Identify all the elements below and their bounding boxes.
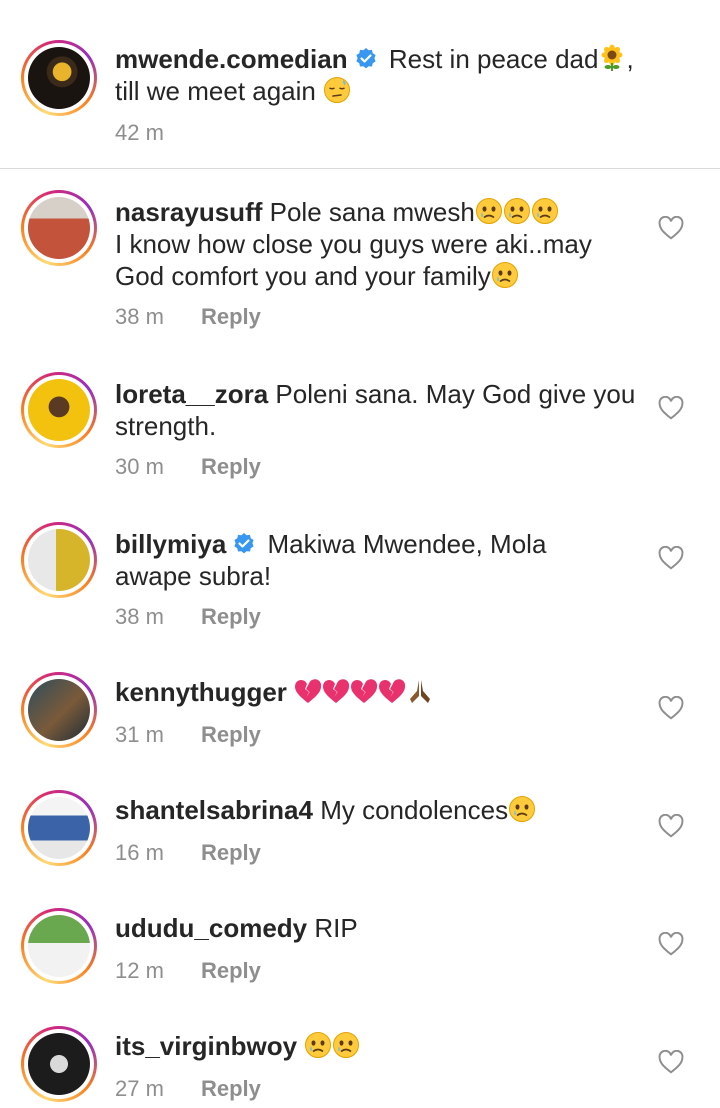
comment-username[interactable]: nasrayusuff xyxy=(115,197,262,227)
folded-hands-icon xyxy=(406,677,434,705)
comment-text: its_virginbwoy xyxy=(115,1030,645,1062)
like-heart-icon[interactable] xyxy=(658,546,684,570)
comment-text: nasrayusuff Pole sana mwesh I know how c… xyxy=(115,196,645,292)
avatar[interactable] xyxy=(28,1033,90,1095)
avatar-story-ring[interactable] xyxy=(21,190,97,266)
verified-badge-icon xyxy=(354,47,378,71)
comment-meta: 16 m Reply xyxy=(115,840,261,866)
caption-username[interactable]: mwende.comedian xyxy=(115,44,348,74)
timestamp[interactable]: 12 m xyxy=(115,958,201,984)
comment-meta: 31 m Reply xyxy=(115,722,261,748)
reply-button[interactable]: Reply xyxy=(201,604,261,629)
avatar-story-ring[interactable] xyxy=(21,522,97,598)
avatar[interactable] xyxy=(28,379,90,441)
avatar-story-ring[interactable] xyxy=(21,790,97,866)
crying-face-icon xyxy=(332,1031,360,1059)
timestamp[interactable]: 27 m xyxy=(115,1076,201,1102)
comment-username[interactable]: billymiya xyxy=(115,529,226,559)
avatar[interactable] xyxy=(28,197,90,259)
caption-text: mwende.comedian Rest in peace dad, till … xyxy=(115,43,645,107)
reply-button[interactable]: Reply xyxy=(201,958,261,983)
avatar[interactable] xyxy=(28,915,90,977)
reply-button[interactable]: Reply xyxy=(201,454,261,479)
downcast-sweat-face-icon xyxy=(323,76,351,104)
avatar-story-ring[interactable] xyxy=(21,672,97,748)
comment-body-line3: God comfort you and your family xyxy=(115,261,491,291)
broken-heart-icon xyxy=(294,679,322,705)
broken-heart-icon xyxy=(350,679,378,705)
timestamp[interactable]: 38 m xyxy=(115,304,201,330)
reply-button[interactable]: Reply xyxy=(201,1076,261,1101)
crying-face-icon xyxy=(491,261,519,289)
timestamp[interactable]: 38 m xyxy=(115,604,201,630)
like-heart-icon[interactable] xyxy=(658,696,684,720)
avatar[interactable] xyxy=(28,797,90,859)
avatar-story-ring[interactable] xyxy=(21,40,97,116)
avatar-story-ring[interactable] xyxy=(21,372,97,448)
sunflower-icon xyxy=(598,44,626,72)
timestamp[interactable]: 30 m xyxy=(115,454,201,480)
comment-meta: 27 m Reply xyxy=(115,1076,261,1102)
comment-text: billymiya Makiwa Mwendee, Mola awape sub… xyxy=(115,528,645,592)
comment-body: Pole sana mwesh xyxy=(269,197,475,227)
like-heart-icon[interactable] xyxy=(658,814,684,838)
comment-body-line2: strength. xyxy=(115,411,217,441)
comment-text: shantelsabrina4 My condolences xyxy=(115,794,645,826)
comment-meta: 12 m Reply xyxy=(115,958,261,984)
avatar[interactable] xyxy=(28,529,90,591)
caption-line1: Rest in peace dad xyxy=(388,44,599,74)
comment-meta: 38 m Reply xyxy=(115,604,261,630)
crying-face-icon xyxy=(475,197,503,225)
comment-body: My condolences xyxy=(320,795,509,825)
caption-meta: 42 m xyxy=(115,120,201,146)
comment-meta: 38 m Reply xyxy=(115,304,261,330)
crying-face-icon xyxy=(508,795,536,823)
reply-button[interactable]: Reply xyxy=(201,304,261,329)
crying-face-icon xyxy=(503,197,531,225)
comment-meta: 30 m Reply xyxy=(115,454,261,480)
like-heart-icon[interactable] xyxy=(658,216,684,240)
avatar[interactable] xyxy=(28,679,90,741)
timestamp[interactable]: 31 m xyxy=(115,722,201,748)
caption: mwende.comedian Rest in peace dad, till … xyxy=(0,0,720,168)
avatar-story-ring[interactable] xyxy=(21,908,97,984)
like-heart-icon[interactable] xyxy=(658,396,684,420)
comment-body-line2: awape subra! xyxy=(115,561,272,591)
comment-text: loreta__zora Poleni sana. May God give y… xyxy=(115,378,645,442)
avatar-story-ring[interactable] xyxy=(21,1026,97,1102)
comment-username[interactable]: shantelsabrina4 xyxy=(115,795,313,825)
comment-text: kennythugger xyxy=(115,676,645,708)
timestamp[interactable]: 16 m xyxy=(115,840,201,866)
reply-button[interactable]: Reply xyxy=(201,722,261,747)
comment-body: Makiwa Mwendee, Mola xyxy=(267,529,547,559)
timestamp[interactable]: 42 m xyxy=(115,120,201,146)
like-heart-icon[interactable] xyxy=(658,932,684,956)
comment-username[interactable]: loreta__zora xyxy=(115,379,268,409)
caption-comma: , xyxy=(626,44,634,74)
broken-heart-icon xyxy=(378,679,406,705)
comment-body-line2: I know how close you guys were aki..may xyxy=(115,229,592,259)
crying-face-icon xyxy=(531,197,559,225)
reply-button[interactable]: Reply xyxy=(201,840,261,865)
comment-username[interactable]: kennythugger xyxy=(115,677,287,707)
comment-text: ududu_comedy RIP xyxy=(115,912,645,944)
broken-heart-icon xyxy=(322,679,350,705)
comment-body: Poleni sana. May God give you xyxy=(275,379,636,409)
like-heart-icon[interactable] xyxy=(658,1050,684,1074)
avatar[interactable] xyxy=(28,47,90,109)
comment-username[interactable]: ududu_comedy xyxy=(115,913,307,943)
divider xyxy=(0,168,720,169)
caption-line2: till we meet again xyxy=(115,76,316,106)
comment-body: RIP xyxy=(314,913,358,943)
crying-face-icon xyxy=(304,1031,332,1059)
comment-username[interactable]: its_virginbwoy xyxy=(115,1031,297,1061)
verified-badge-icon xyxy=(232,532,256,556)
